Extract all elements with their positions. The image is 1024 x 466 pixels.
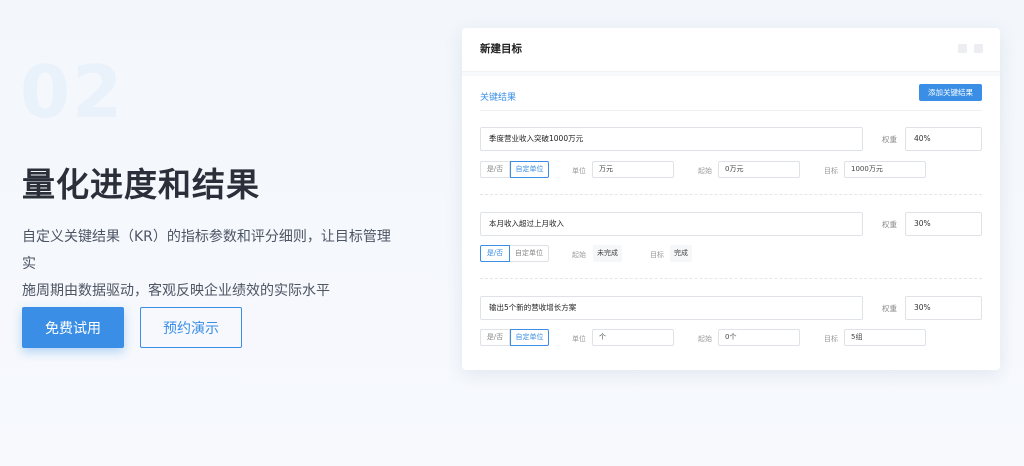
start-label: 起始: [698, 167, 712, 175]
start-select[interactable]: 未完成: [593, 245, 622, 262]
hero-section: 02 量化进度和结果 自定义关键结果（KR）的指标参数和评分细则，让目标管理实 …: [0, 0, 440, 466]
weight-input[interactable]: 30%: [905, 296, 982, 320]
toggle-custom-unit[interactable]: 自定单位: [510, 245, 549, 262]
toggle-yes-no[interactable]: 是/否: [480, 161, 510, 178]
section-number: 02: [20, 50, 125, 134]
target-label: 目标: [650, 251, 664, 259]
toggle-custom-unit[interactable]: 自定单位: [510, 329, 549, 346]
target-select[interactable]: 完成: [670, 245, 692, 262]
target-label: 目标: [824, 335, 838, 343]
hero-description: 自定义关键结果（KR）的指标参数和评分细则，让目标管理实 施周期由数据驱动，客观…: [22, 224, 402, 305]
weight-label: 权重: [882, 220, 897, 229]
weight-label: 权重: [882, 304, 897, 313]
key-results-label: 关键结果: [480, 93, 517, 103]
target-input[interactable]: 1000万元: [844, 161, 926, 178]
target-label: 目标: [824, 167, 838, 175]
hero-description-line-1: 自定义关键结果（KR）的指标参数和评分细则，让目标管理实: [22, 229, 391, 272]
kr-type-toggle: 是/否 自定单位: [480, 329, 549, 346]
unit-label: 单位: [572, 167, 586, 175]
weight-input[interactable]: 40%: [905, 127, 982, 151]
start-label: 起始: [698, 335, 712, 343]
toggle-custom-unit[interactable]: 自定单位: [510, 161, 549, 178]
book-demo-button[interactable]: 预约演示: [140, 307, 242, 348]
kr-name-input[interactable]: 季度营业收入突破1000万元: [480, 127, 863, 151]
unit-input[interactable]: 万元: [592, 161, 674, 178]
minimize-icon[interactable]: [958, 44, 967, 53]
add-key-result-button[interactable]: 添加关键结果: [919, 84, 982, 101]
close-icon[interactable]: [974, 44, 983, 53]
start-input[interactable]: 0万元: [718, 161, 800, 178]
kr-name-input[interactable]: 输出5个新的营收增长方案: [480, 296, 863, 320]
kr-type-toggle: 是/否 自定单位: [480, 245, 549, 262]
item-divider: [480, 194, 982, 195]
toggle-yes-no[interactable]: 是/否: [480, 245, 510, 262]
card-header: 新建目标: [462, 28, 1000, 72]
hero-description-line-2: 施周期由数据驱动，客观反映企业绩效的实际水平: [22, 283, 330, 299]
unit-input[interactable]: 个: [592, 329, 674, 346]
free-trial-button[interactable]: 免费试用: [22, 307, 124, 348]
card-title: 新建目标: [480, 43, 522, 55]
start-label: 起始: [572, 251, 586, 259]
new-objective-card: 新建目标 关键结果 添加关键结果 季度营业收入突破1000万元 权重 40% 是…: [462, 28, 1000, 370]
header-divider: [462, 72, 1000, 76]
kr-type-toggle: 是/否 自定单位: [480, 161, 549, 178]
weight-input[interactable]: 30%: [905, 212, 982, 236]
target-input[interactable]: 5组: [844, 329, 926, 346]
start-input[interactable]: 0个: [718, 329, 800, 346]
hero-title: 量化进度和结果: [22, 165, 260, 204]
section-divider: [480, 110, 982, 111]
unit-label: 单位: [572, 335, 586, 343]
item-divider: [480, 278, 982, 279]
kr-name-input[interactable]: 本月收入超过上月收入: [480, 212, 863, 236]
weight-label: 权重: [882, 135, 897, 144]
toggle-yes-no[interactable]: 是/否: [480, 329, 510, 346]
